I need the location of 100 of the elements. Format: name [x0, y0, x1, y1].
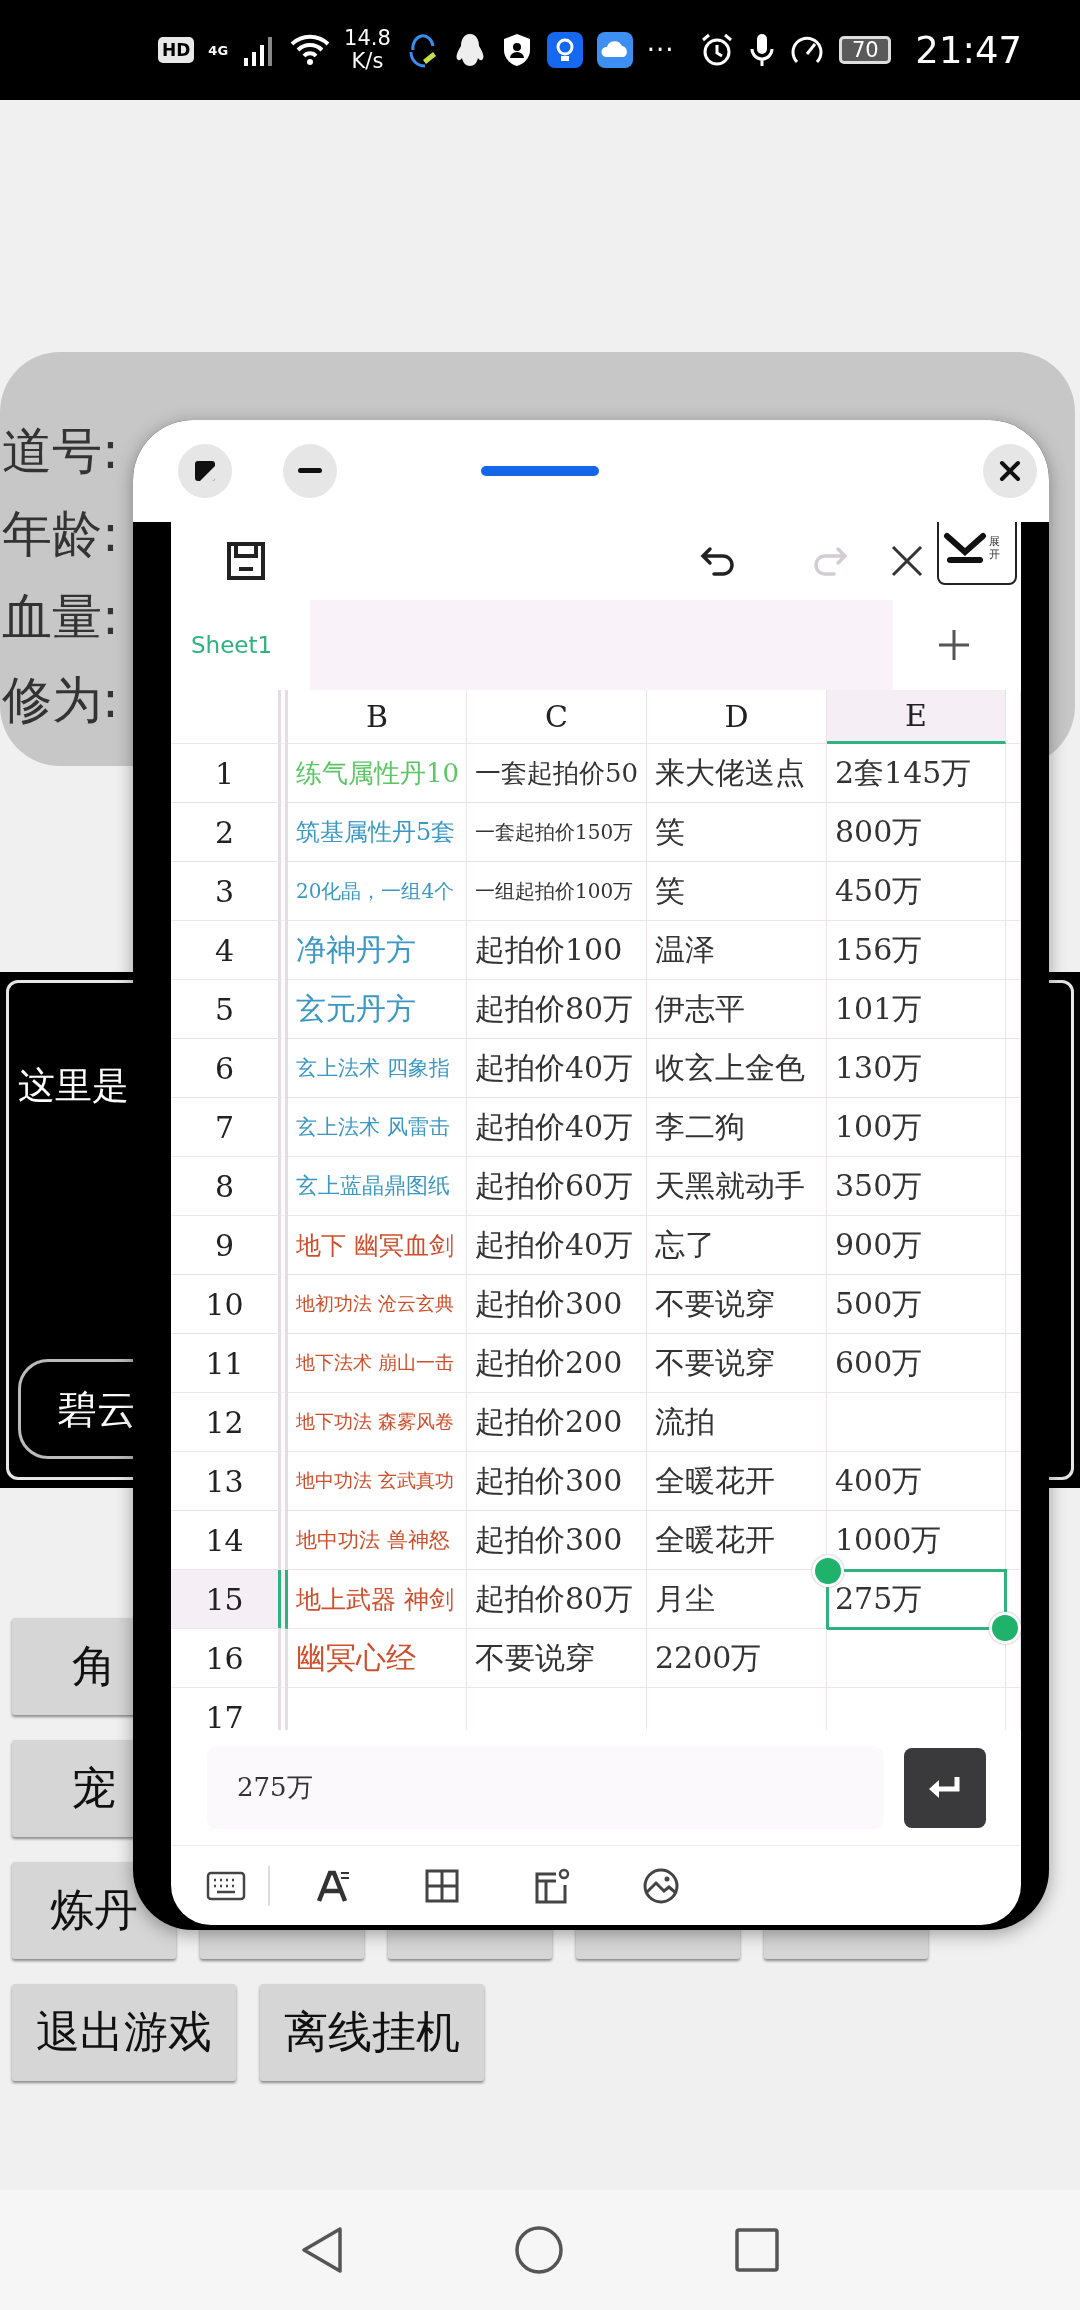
table-cell: 起拍价40万 — [467, 1216, 647, 1275]
table-cell: 来大佬送点 — [647, 744, 827, 803]
table-cell: 不要说穿 — [647, 1275, 827, 1334]
table-cell: 笑 — [647, 803, 827, 862]
row-header[interactable]: 15 — [171, 1570, 288, 1629]
table-cell: 李二狗 — [647, 1098, 827, 1157]
row-header[interactable]: 3 — [171, 862, 288, 921]
row-header[interactable]: 6 — [171, 1039, 288, 1098]
table-cell: 起拍价100 — [467, 921, 647, 980]
row-header[interactable]: 10 — [171, 1275, 288, 1334]
network-type: 4G — [208, 43, 229, 57]
row-header[interactable]: 13 — [171, 1452, 288, 1511]
recents-icon[interactable] — [734, 2227, 780, 2273]
row-header[interactable]: 7 — [171, 1098, 288, 1157]
text-format-icon — [316, 1868, 351, 1903]
row-header[interactable]: 16 — [171, 1629, 288, 1688]
table-cell: 玄上法术 风雷击 — [288, 1098, 467, 1157]
profile-label: 年龄: — [1, 504, 119, 565]
table-cell — [1006, 1157, 1021, 1216]
text-format-button[interactable] — [316, 1868, 351, 1903]
keyboard-icon — [206, 1870, 246, 1901]
save-button[interactable] — [226, 541, 266, 581]
row-header[interactable]: 8 — [171, 1157, 288, 1216]
network-speed: 14.8 K/s — [344, 27, 391, 73]
table-button[interactable] — [424, 1868, 459, 1903]
battery-icon: 70 — [839, 36, 892, 64]
back-icon[interactable] — [300, 2225, 344, 2275]
menu-button[interactable]: 离线挂机 — [260, 1984, 484, 2081]
table-cell: 起拍价300 — [467, 1452, 647, 1511]
table-settings-button[interactable] — [533, 1867, 570, 1904]
clock: 21:47 — [915, 28, 1022, 72]
table-cell: 一套起拍价150万 — [467, 803, 647, 862]
image-button[interactable] — [641, 1866, 680, 1905]
table-cell: 起拍价40万 — [467, 1039, 647, 1098]
row-header[interactable]: 1 — [171, 744, 288, 803]
corner-cell[interactable] — [171, 690, 288, 744]
profile-label: 血量: — [1, 587, 119, 648]
row-header[interactable]: 2 — [171, 803, 288, 862]
minimize-button[interactable] — [283, 444, 337, 498]
table-cell: 起拍价60万 — [467, 1157, 647, 1216]
keyboard-button[interactable] — [206, 1870, 246, 1901]
table-cell: 350万 — [827, 1157, 1006, 1216]
cloud-app-icon — [596, 32, 633, 68]
menu-button[interactable]: 退出游戏 — [12, 1984, 236, 2081]
table-cell: 156万 — [827, 921, 1006, 980]
close-icon[interactable] — [890, 544, 924, 578]
profile-label: 修为: — [1, 670, 119, 731]
table-cell: 全暖花开 — [647, 1452, 827, 1511]
table-cell: 起拍价200 — [467, 1393, 647, 1452]
row-header[interactable]: 4 — [171, 921, 288, 980]
message-text: 这里是 — [18, 1063, 129, 1109]
row-header[interactable]: 12 — [171, 1393, 288, 1452]
table-cell — [1006, 744, 1021, 803]
table-cell — [1006, 1216, 1021, 1275]
minus-icon — [298, 468, 322, 474]
table-cell: 一套起拍价50 — [467, 744, 647, 803]
table-cell: 幽冥心经 — [288, 1629, 467, 1688]
column-header[interactable]: B — [288, 690, 467, 744]
table-cell: 筑基属性丹5套 — [288, 803, 467, 862]
table-cell: 275万 — [827, 1570, 1006, 1629]
table-cell: 伊志平 — [647, 980, 827, 1039]
collapse-button[interactable]: 展开 — [937, 522, 1017, 585]
table-cell: 500万 — [827, 1275, 1006, 1334]
table-cell: 起拍价200 — [467, 1334, 647, 1393]
row-header[interactable]: 9 — [171, 1216, 288, 1275]
table-cell — [1006, 1452, 1021, 1511]
close-icon — [999, 460, 1021, 482]
table-cell: 101万 — [827, 980, 1006, 1039]
table-cell: 起拍价300 — [467, 1275, 647, 1334]
plus-icon — [937, 628, 971, 662]
table-cell: 笑 — [647, 862, 827, 921]
table-cell: 起拍价300 — [467, 1511, 647, 1570]
resize-button[interactable] — [178, 444, 232, 498]
selection-handle[interactable] — [812, 1555, 844, 1587]
row-header[interactable]: 11 — [171, 1334, 288, 1393]
table-cell: 流拍 — [647, 1393, 827, 1452]
drag-handle[interactable] — [481, 466, 599, 476]
table-cell: 净神丹方 — [288, 921, 467, 980]
table-settings-icon — [533, 1867, 570, 1904]
image-icon — [641, 1866, 680, 1905]
table-cell: 不要说穿 — [647, 1334, 827, 1393]
table-cell: 100万 — [827, 1098, 1006, 1157]
home-icon[interactable] — [514, 2225, 564, 2275]
table-cell: 800万 — [827, 803, 1006, 862]
table-cell: 起拍价80万 — [467, 980, 647, 1039]
table-cell: 地初功法 沧云玄典 — [288, 1275, 467, 1334]
selection-handle[interactable] — [989, 1612, 1021, 1644]
enter-button[interactable] — [904, 1747, 986, 1828]
close-button[interactable] — [983, 444, 1037, 498]
add-sheet-button[interactable] — [937, 628, 971, 662]
table-cell — [1006, 1098, 1021, 1157]
table-cell: 400万 — [827, 1452, 1006, 1511]
hd-badge: HD — [158, 37, 195, 63]
table-cell: 温泽 — [647, 921, 827, 980]
formula-field[interactable]: 275万 — [207, 1746, 884, 1829]
column-header[interactable]: C — [467, 690, 647, 744]
table-cell: 600万 — [827, 1334, 1006, 1393]
row-header[interactable]: 5 — [171, 980, 288, 1039]
column-header[interactable]: E — [827, 690, 1006, 744]
table-cell: 起拍价80万 — [467, 1570, 647, 1629]
